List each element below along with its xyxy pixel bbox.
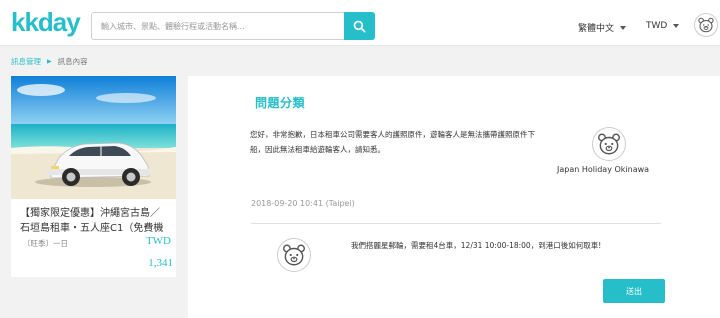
currency-label: TWD [646,21,668,31]
supplier-name: Japan Holiday Okinawa [557,165,650,174]
bear-avatar-icon [698,17,714,33]
language-selector[interactable]: 繁體中文 [578,21,627,34]
breadcrumb-message-management[interactable]: 訊息管理 [11,56,41,67]
currency-selector[interactable]: TWD [646,21,680,31]
send-button[interactable]: 送出 [603,279,665,303]
language-label: 繁體中文 [578,24,615,34]
user-avatar-button[interactable] [694,13,718,37]
kkday-logo[interactable]: kkday [11,8,81,36]
product-title-line1: 【獨家限定優惠】沖繩宮古島／ [20,208,160,219]
product-price: 1,341 [148,257,173,269]
product-image[interactable] [11,76,176,199]
product-card[interactable]: 【獨家限定優惠】沖繩宮古島／ 石垣島租車・五人座C1（免費機 〔旺季〕一日 TW… [11,76,176,277]
question-category-title: 問題分類 [255,96,306,110]
user-avatar [277,238,311,272]
search-box [91,12,375,40]
search-input[interactable] [92,13,344,39]
product-package: 〔旺季〕一日 [23,239,68,248]
chevron-down-icon [620,25,627,30]
car-photo [11,76,176,199]
breadcrumb: 訊息管理 ▶ 訊息內容 [11,56,88,67]
chevron-right-icon: ▶ [47,58,52,65]
top-header: kkday 繁體中文 TWD [0,0,720,46]
supplier-avatar [592,127,626,161]
user-message: 我們搭麗星郵輪，需要租4台車，12/31 10:00-18:00，到港口後如何取… [351,241,602,250]
search-button[interactable] [344,12,375,40]
chevron-down-icon [673,24,680,28]
breadcrumb-current: 訊息內容 [57,57,88,66]
bear-avatar-icon [598,133,620,155]
product-currency: TWD [145,235,171,247]
supplier-message: 您好，非常抱歉，日本租車公司需要客人的護照原件，遊輪客人是無法攜帶護照原件下船，… [250,130,535,154]
message-panel: 問題分類 您好，非常抱歉，日本租車公司需要客人的護照原件，遊輪客人是無法攜帶護照… [188,76,720,318]
product-title-line2: 石垣島租車・五人座C1（免費機 [20,223,164,234]
bear-avatar-icon [283,244,305,266]
product-title[interactable]: 【獨家限定優惠】沖繩宮古島／ 石垣島租車・五人座C1（免費機 [20,206,170,236]
divider [251,223,661,224]
search-icon [353,20,366,33]
message-timestamp: 2018-09-20 10:41 (Taipei) [251,199,355,208]
